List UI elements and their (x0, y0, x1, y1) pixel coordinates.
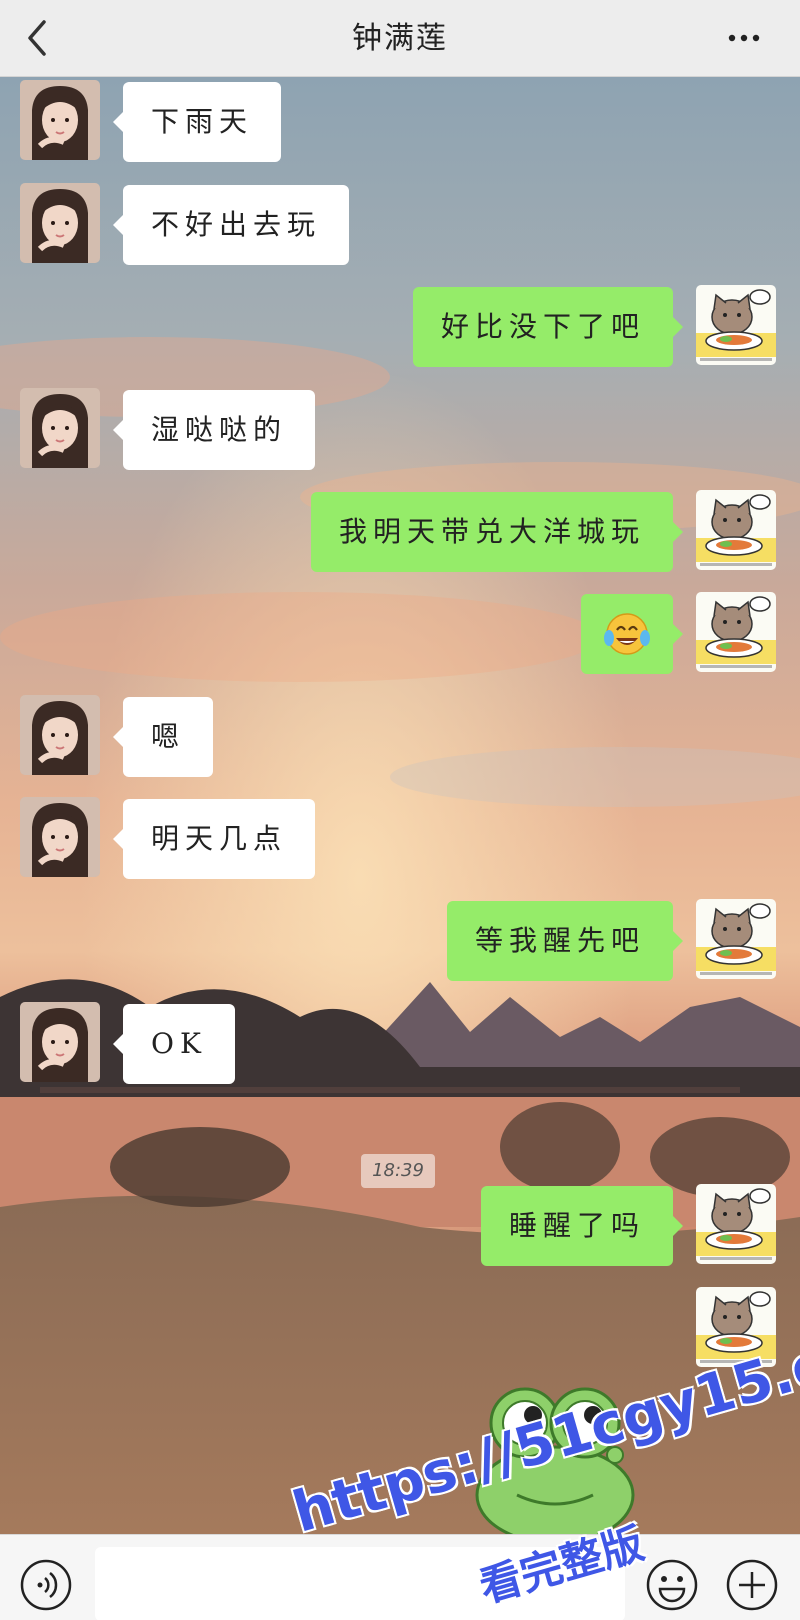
laughing-tears-emoji-icon (604, 613, 650, 655)
girl-portrait-icon (20, 1002, 100, 1082)
plus-icon (726, 1559, 778, 1611)
girl-portrait-icon (20, 797, 100, 877)
sent-message-bubble[interactable]: 我明天带兑大洋城玩 (310, 492, 684, 572)
contact-avatar[interactable] (20, 695, 100, 775)
more-dots-icon (728, 34, 760, 42)
my-avatar[interactable] (696, 1184, 776, 1264)
girl-portrait-icon (20, 388, 100, 468)
emoji-icon (646, 1559, 698, 1611)
girl-portrait-icon (20, 695, 100, 775)
girl-portrait-icon (20, 183, 100, 263)
cat-avatar-icon (696, 490, 776, 570)
cat-avatar-icon (696, 899, 776, 979)
sent-message-bubble[interactable]: 等我醒先吧 (446, 901, 684, 981)
message-row: 我明天带兑大洋城玩 (0, 490, 800, 574)
message-row: 明天几点 (0, 797, 800, 881)
my-avatar[interactable] (696, 899, 776, 979)
chevron-left-icon (28, 20, 46, 56)
sent-message-bubble[interactable]: 好比没下了吧 (412, 287, 684, 367)
back-button[interactable] (18, 10, 68, 66)
received-message-bubble[interactable]: OK (113, 1004, 235, 1084)
message-row (0, 592, 800, 676)
my-avatar[interactable] (696, 490, 776, 570)
message-row: 睡醒了吗 (0, 1184, 800, 1268)
emoji-button[interactable] (644, 1557, 700, 1613)
cat-avatar-icon (696, 1287, 776, 1367)
chat-header: 钟满莲 (0, 0, 800, 77)
received-message-bubble[interactable]: 明天几点 (112, 799, 316, 879)
message-row (0, 1287, 800, 1371)
received-message-bubble[interactable]: 湿哒哒的 (112, 390, 316, 470)
received-message-bubble[interactable]: 下雨天 (112, 82, 282, 162)
message-row: OK (0, 1002, 800, 1086)
message-row: 嗯 (0, 695, 800, 779)
message-row: 好比没下了吧 (0, 285, 800, 369)
message-row: 不好出去玩 (0, 183, 800, 267)
more-functions-button[interactable] (724, 1557, 780, 1613)
cat-avatar-icon (696, 592, 776, 672)
frog-sticker[interactable] (455, 1375, 655, 1534)
my-avatar[interactable] (696, 592, 776, 672)
girl-portrait-icon (20, 80, 100, 160)
input-bar (0, 1534, 800, 1620)
my-avatar[interactable] (696, 1287, 776, 1367)
voice-icon (20, 1559, 72, 1611)
contact-avatar[interactable] (20, 80, 100, 160)
sent-message-bubble[interactable]: 睡醒了吗 (480, 1186, 684, 1266)
my-avatar[interactable] (696, 285, 776, 365)
message-timestamp: 18:39 (361, 1154, 435, 1188)
chat-screen: 钟满莲 下雨天 不好出去玩 好比没下了吧 湿哒哒的 我明天带兑大洋城玩 嗯 明天… (0, 0, 800, 1620)
cat-avatar-icon (696, 1184, 776, 1264)
message-row: 下雨天 (0, 80, 800, 164)
cat-avatar-icon (696, 285, 776, 365)
received-message-bubble[interactable]: 不好出去玩 (112, 185, 350, 265)
received-message-bubble[interactable]: 嗯 (112, 697, 214, 777)
message-row: 湿哒哒的 (0, 388, 800, 472)
contact-avatar[interactable] (20, 388, 100, 468)
chat-title: 钟满莲 (352, 21, 448, 56)
more-button[interactable] (718, 14, 778, 62)
message-row: 等我醒先吧 (0, 899, 800, 983)
message-list[interactable]: 下雨天 不好出去玩 好比没下了吧 湿哒哒的 我明天带兑大洋城玩 嗯 明天几点 等… (0, 77, 800, 1534)
voice-button[interactable] (18, 1557, 74, 1613)
contact-avatar[interactable] (20, 797, 100, 877)
contact-avatar[interactable] (20, 1002, 100, 1082)
sent-emoji-bubble[interactable] (581, 594, 683, 674)
contact-avatar[interactable] (20, 183, 100, 263)
message-input[interactable] (95, 1547, 625, 1620)
